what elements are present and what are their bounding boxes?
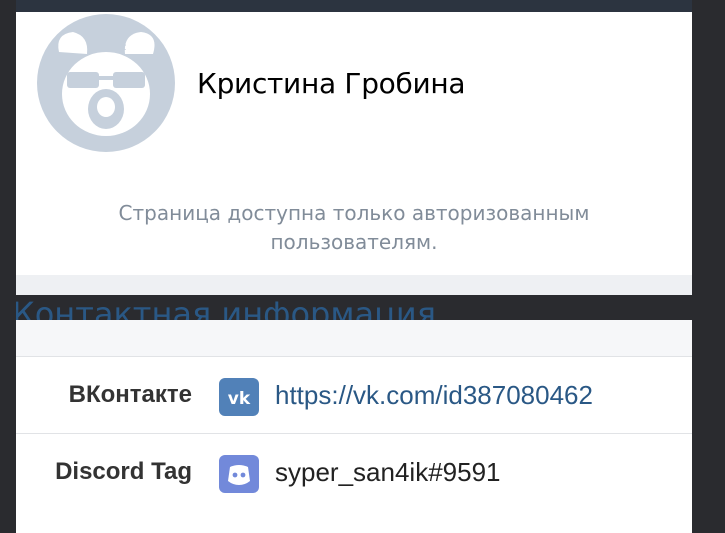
svg-text:vk: vk xyxy=(228,389,251,409)
contact-label: ВКонтакте xyxy=(68,381,192,408)
top-bar xyxy=(16,0,692,12)
contacts-header-band xyxy=(16,320,692,357)
contact-row-vk: ВКонтакте vk https://vk.com/id387080462 xyxy=(16,357,692,434)
contacts-heading: Контактная информация xyxy=(16,295,436,320)
profile-card: z Кристина Гробина Страница доступна тол… xyxy=(16,12,692,295)
avatar[interactable]: z xyxy=(37,14,175,152)
contact-row-next xyxy=(16,510,692,533)
discord-tag-value[interactable]: syper_san4ik#9591 xyxy=(275,434,501,510)
vk-profile-link[interactable]: https://vk.com/id387080462 xyxy=(275,357,593,433)
private-page-notice: Страница доступна только авторизованным … xyxy=(118,201,590,254)
discord-icon xyxy=(219,455,259,493)
card-footer xyxy=(16,275,692,295)
profile-name: Кристина Гробина xyxy=(197,67,466,100)
contact-label: Discord Tag xyxy=(55,458,192,485)
contacts-heading-clip: Контактная информация xyxy=(16,295,692,320)
vk-icon: vk xyxy=(219,378,259,416)
contacts-card: ВКонтакте vk https://vk.com/id387080462 … xyxy=(16,320,692,533)
deactivated-dog-avatar-icon: z xyxy=(58,32,155,136)
contact-row-discord: Discord Tag syper_san4ik#9591 xyxy=(16,434,692,511)
svg-text:z: z xyxy=(121,42,126,53)
